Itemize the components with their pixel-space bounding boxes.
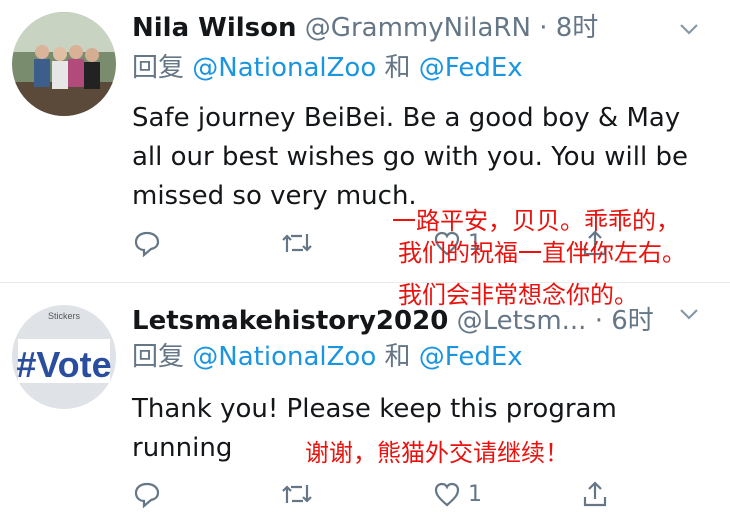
reply-icon — [134, 231, 160, 258]
annotation-line: 我们的祝福一直伴你左右。 — [398, 239, 686, 267]
avatar[interactable] — [12, 12, 116, 116]
like-button[interactable]: 1 — [432, 476, 482, 512]
mention-link[interactable]: @NationalZoo — [192, 342, 376, 372]
tweet-header: Letsmakehistory2020 @Letsm... · 6时 — [132, 301, 700, 341]
avatar-label: Stickers — [48, 311, 81, 321]
chevron-down-icon[interactable] — [678, 303, 700, 325]
reply-context: 回复 @NationalZoo 和 @FedEx — [132, 50, 523, 86]
timestamp[interactable]: 8时 — [556, 13, 599, 43]
avatar[interactable]: Stickers #Vote — [12, 305, 116, 409]
reply-button[interactable] — [132, 225, 162, 261]
reply-context: 回复 @NationalZoo 和 @FedEx — [132, 339, 523, 375]
separator-dot: · — [539, 13, 548, 43]
heart-icon — [434, 482, 460, 507]
chevron-down-icon[interactable] — [678, 18, 700, 40]
user-handle[interactable]: @Letsm... — [457, 306, 587, 336]
annotation-line: 谢谢，熊猫外交请继续！ — [305, 439, 569, 467]
avatar-label: #Vote — [16, 344, 111, 385]
retweet-button[interactable] — [280, 476, 314, 512]
reply-prefix: 回复 — [132, 342, 185, 372]
mention-link[interactable]: @NationalZoo — [192, 53, 376, 83]
tweet-header: Nila Wilson @GrammyNilaRN · 8时 — [132, 8, 700, 48]
user-handle[interactable]: @GrammyNilaRN — [305, 13, 531, 43]
mention-link[interactable]: @FedEx — [419, 53, 523, 83]
retweet-button[interactable] — [280, 225, 314, 261]
retweet-icon — [282, 485, 312, 503]
display-name[interactable]: Nila Wilson — [132, 13, 297, 43]
reply-conj: 和 — [384, 53, 411, 83]
reply-conj: 和 — [384, 342, 411, 372]
separator-dot: · — [594, 306, 603, 336]
reply-icon — [134, 482, 160, 509]
tweet-text: Safe journey BeiBei. Be a good boy & May… — [132, 103, 688, 211]
display-name[interactable]: Letsmakehistory2020 — [132, 306, 448, 336]
avatar-sticker: Stickers #Vote — [12, 305, 116, 409]
retweet-icon — [282, 234, 312, 252]
share-icon — [583, 481, 607, 507]
like-count: 1 — [468, 481, 482, 507]
avatar-photo — [12, 12, 116, 116]
tweet-2[interactable]: Stickers #Vote Letsmakehistory2020 @Lets… — [0, 283, 730, 512]
reply-prefix: 回复 — [132, 53, 185, 83]
mention-link[interactable]: @FedEx — [419, 342, 523, 372]
timestamp[interactable]: 6时 — [611, 306, 654, 336]
share-button[interactable] — [580, 476, 610, 512]
tweet-1[interactable]: Nila Wilson @GrammyNilaRN · 8时 回复 @Natio… — [0, 0, 730, 283]
annotation-line: 一路平安，贝贝。乖乖的， — [392, 207, 680, 235]
reply-button[interactable] — [132, 476, 162, 512]
tweet-actions: 1 — [132, 476, 632, 512]
